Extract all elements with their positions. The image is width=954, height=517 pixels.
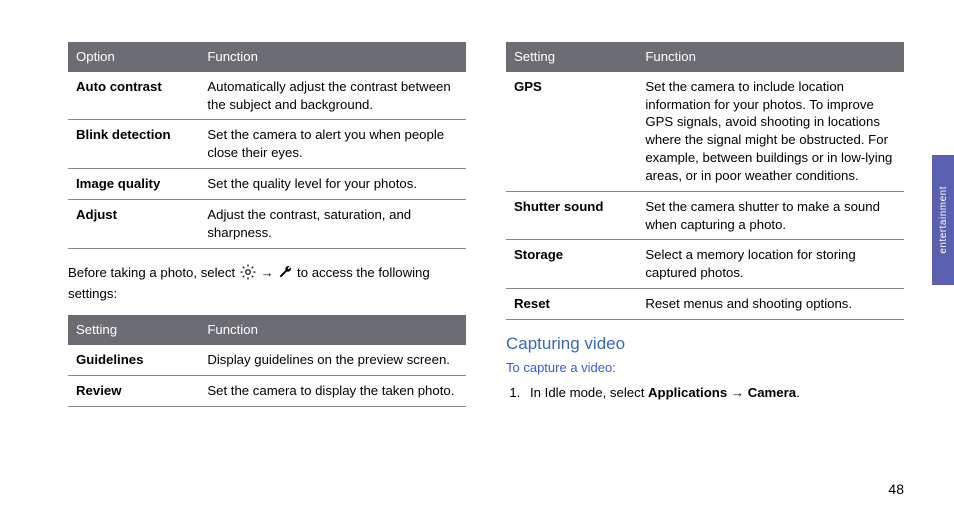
setting-name: Review: [68, 375, 199, 406]
setting-function: Select a memory location for storing cap…: [637, 240, 904, 289]
para-text-pre: Before taking a photo, select: [68, 265, 239, 280]
table-row: Adjust Adjust the contrast, saturation, …: [68, 199, 466, 248]
list-item: In Idle mode, select Applications → Came…: [524, 383, 904, 403]
setting-name: Guidelines: [68, 345, 199, 375]
settings-table-right: Setting Function GPS Set the camera to i…: [506, 42, 904, 320]
table-row: Review Set the camera to display the tak…: [68, 375, 466, 406]
setting-name: Storage: [506, 240, 637, 289]
settings-intro-paragraph: Before taking a photo, select → to acces…: [68, 263, 466, 304]
setting-name: Shutter sound: [506, 191, 637, 240]
col-header-setting: Setting: [68, 315, 199, 345]
setting-function: Set the camera to display the taken phot…: [199, 375, 466, 406]
section-tab: entertainment: [932, 155, 954, 285]
step-bold-camera: Camera: [748, 385, 796, 400]
options-table: Option Function Auto contrast Automatica…: [68, 42, 466, 249]
col-header-function: Function: [199, 315, 466, 345]
step-dot: .: [796, 385, 800, 400]
manual-page: entertainment Option Function Auto contr…: [0, 0, 954, 517]
setting-name: Reset: [506, 288, 637, 319]
section-heading: Capturing video: [506, 334, 904, 354]
option-name: Adjust: [68, 199, 199, 248]
setting-function: Display guidelines on the preview screen…: [199, 345, 466, 375]
arrow-text: →: [261, 265, 278, 280]
step-text-pre: In Idle mode, select: [530, 385, 648, 400]
settings-table-left: Setting Function Guidelines Display guid…: [68, 315, 466, 406]
table-row: Shutter sound Set the camera shutter to …: [506, 191, 904, 240]
table-row: Guidelines Display guidelines on the pre…: [68, 345, 466, 375]
step-arrow: →: [727, 385, 748, 400]
page-number: 48: [888, 481, 904, 497]
wrench-icon: [277, 263, 293, 286]
table-header-row: Option Function: [68, 42, 466, 72]
option-function: Adjust the contrast, saturation, and sha…: [199, 199, 466, 248]
col-header-setting: Setting: [506, 42, 637, 72]
col-header-function: Function: [637, 42, 904, 72]
two-column-layout: Option Function Auto contrast Automatica…: [68, 42, 904, 462]
option-function: Set the camera to alert you when people …: [199, 120, 466, 169]
settings-gear-icon: [239, 263, 257, 286]
setting-function: Set the camera shutter to make a sound w…: [637, 191, 904, 240]
setting-function: Reset menus and shooting options.: [637, 288, 904, 319]
setting-function: Set the camera to include location infor…: [637, 72, 904, 191]
option-function: Automatically adjust the contrast betwee…: [199, 72, 466, 120]
col-header-function: Function: [199, 42, 466, 72]
step-list: In Idle mode, select Applications → Came…: [506, 383, 904, 403]
right-column: Setting Function GPS Set the camera to i…: [506, 42, 904, 462]
setting-name: GPS: [506, 72, 637, 191]
table-row: Auto contrast Automatically adjust the c…: [68, 72, 466, 120]
col-header-option: Option: [68, 42, 199, 72]
table-row: GPS Set the camera to include location i…: [506, 72, 904, 191]
step-bold-applications: Applications: [648, 385, 727, 400]
section-subheading: To capture a video:: [506, 360, 904, 375]
option-name: Image quality: [68, 169, 199, 200]
left-column: Option Function Auto contrast Automatica…: [68, 42, 466, 462]
option-function: Set the quality level for your photos.: [199, 169, 466, 200]
table-row: Storage Select a memory location for sto…: [506, 240, 904, 289]
table-row: Reset Reset menus and shooting options.: [506, 288, 904, 319]
table-header-row: Setting Function: [68, 315, 466, 345]
table-row: Image quality Set the quality level for …: [68, 169, 466, 200]
option-name: Blink detection: [68, 120, 199, 169]
section-tab-label: entertainment: [938, 186, 949, 254]
table-header-row: Setting Function: [506, 42, 904, 72]
option-name: Auto contrast: [68, 72, 199, 120]
table-row: Blink detection Set the camera to alert …: [68, 120, 466, 169]
